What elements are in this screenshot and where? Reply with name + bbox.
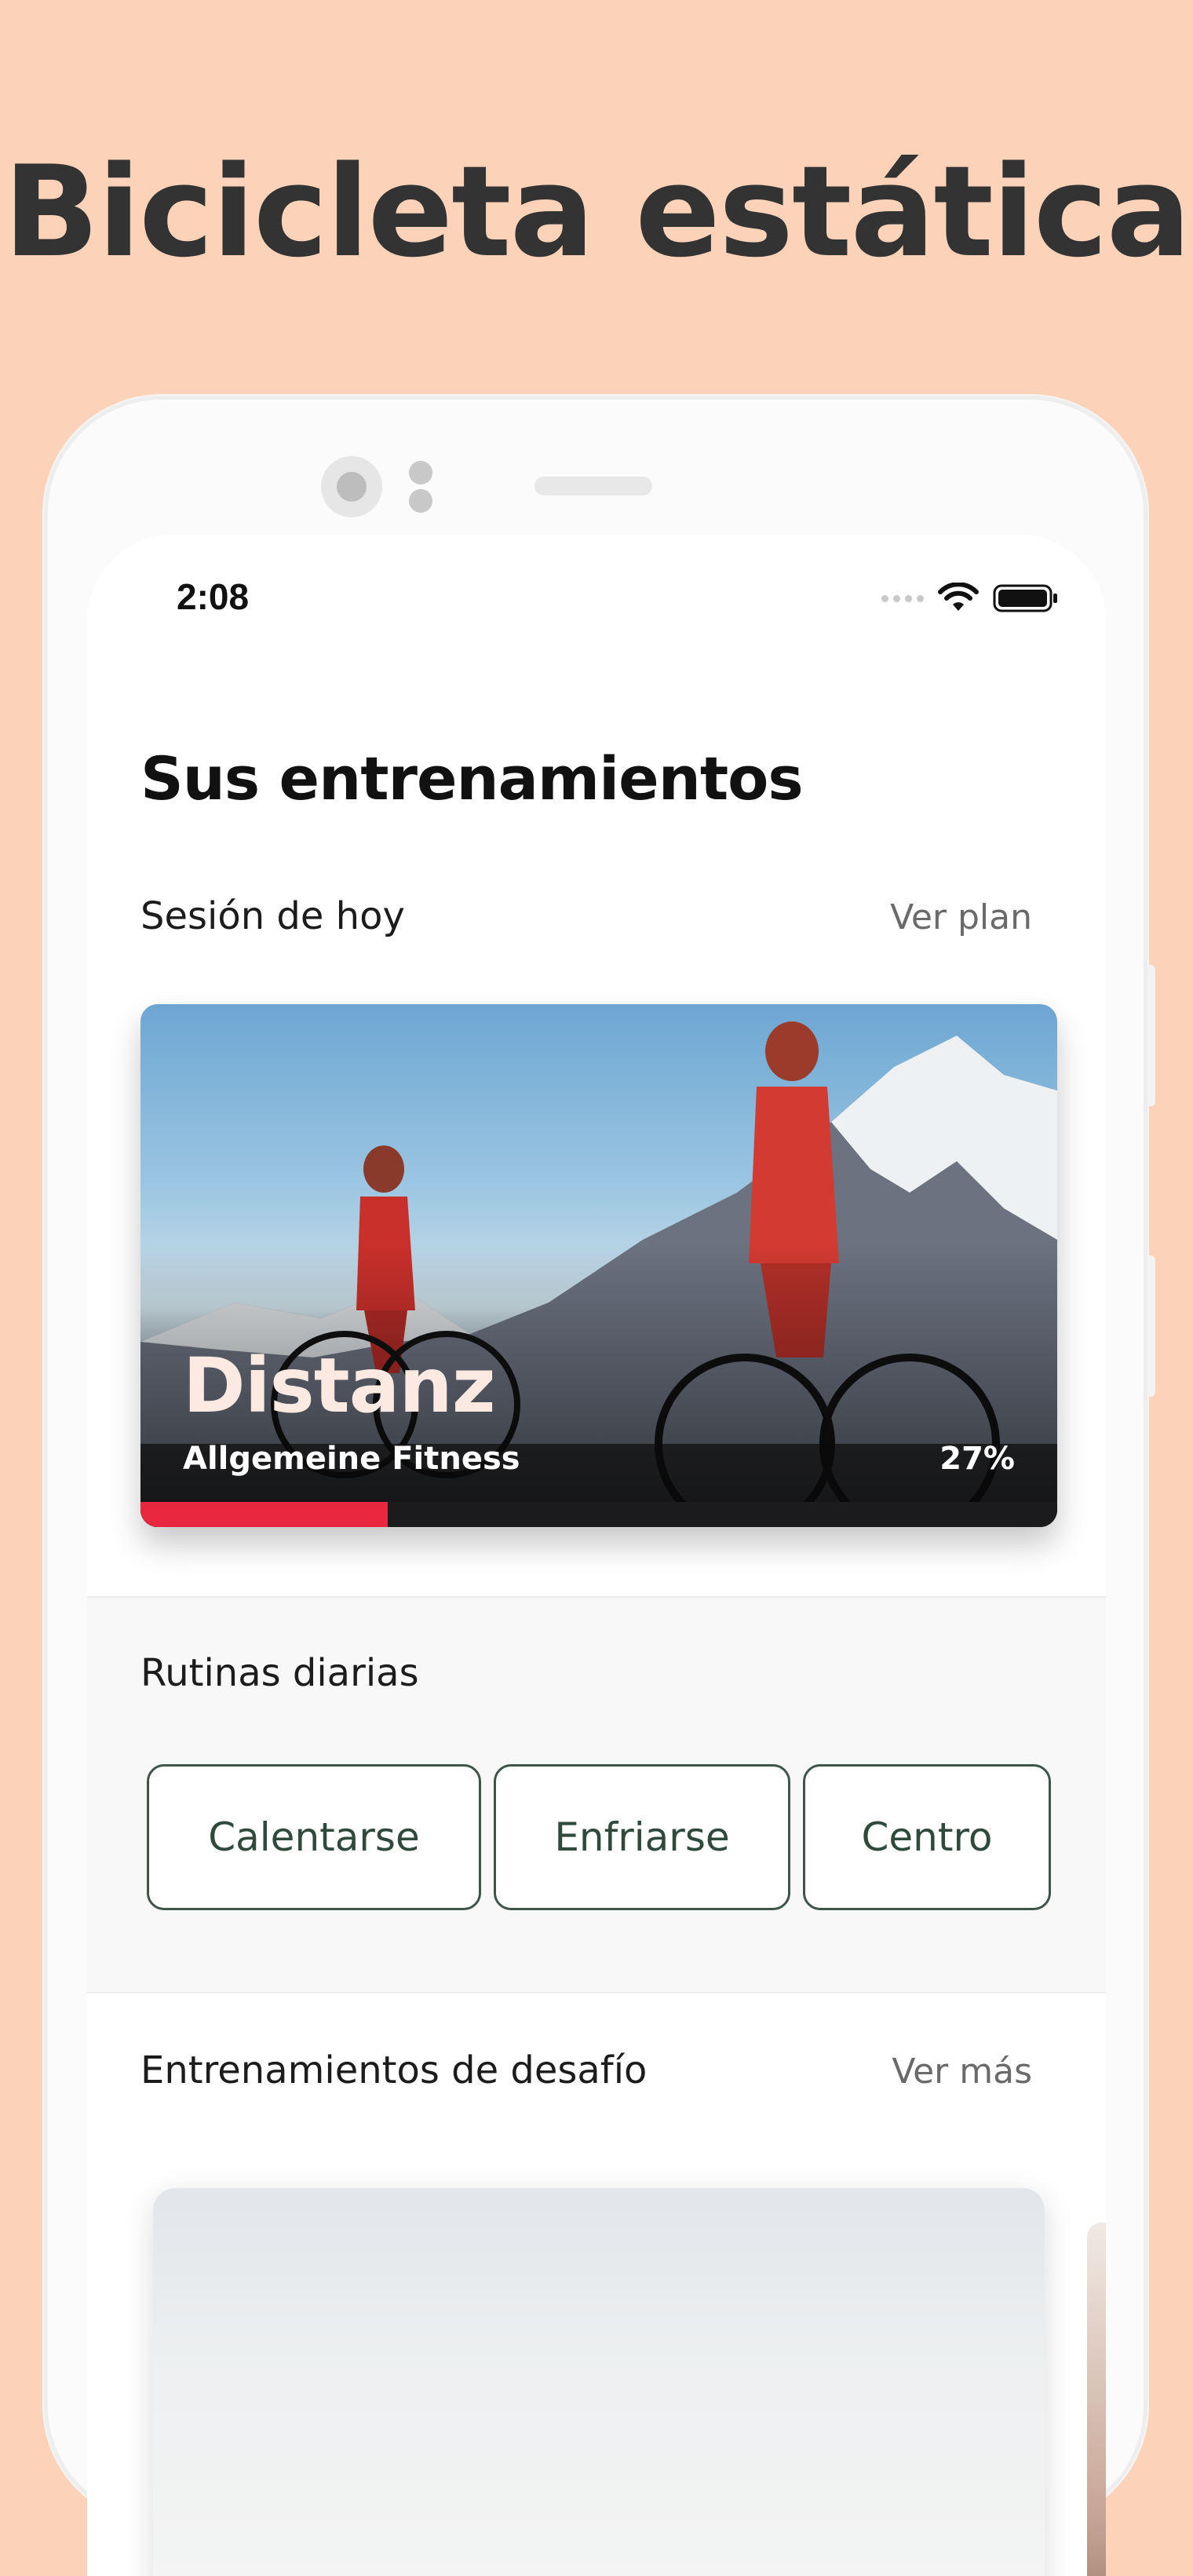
sensor-dot-upper bbox=[409, 461, 432, 484]
section-divider bbox=[87, 1992, 1106, 1993]
status-time: 2:08 bbox=[177, 576, 250, 617]
sensor-dot-lower bbox=[409, 489, 432, 513]
view-plan-link[interactable]: Ver plan bbox=[890, 897, 1032, 937]
signal-dots-icon bbox=[881, 594, 924, 602]
status-icons bbox=[881, 579, 1059, 618]
view-more-link[interactable]: Ver más bbox=[892, 2052, 1032, 2092]
warmup-button[interactable]: Calentarse bbox=[147, 1764, 481, 1910]
today-session-label: Sesión de hoy bbox=[140, 894, 405, 938]
workout-subtitle: Allgemeine Fitness bbox=[183, 1441, 520, 1477]
workout-progress-fill bbox=[140, 1502, 389, 1527]
battery-icon bbox=[993, 584, 1057, 612]
phone-side-button-upper bbox=[1147, 965, 1155, 1106]
core-button[interactable]: Centro bbox=[803, 1764, 1051, 1910]
daily-routines-label: Rutinas diarias bbox=[140, 1651, 419, 1695]
today-workout-card[interactable]: Distanz Allgemeine Fitness 27% bbox=[140, 1004, 1057, 1527]
challenge-cyclist-image bbox=[153, 2188, 1045, 2576]
screen-title: Sus entrenamientos bbox=[140, 744, 804, 813]
speaker-grille bbox=[534, 477, 652, 495]
workout-progress-bar bbox=[140, 1502, 1057, 1527]
promo-title: Bicicleta estática bbox=[3, 138, 1191, 285]
workout-progress-percent: 27% bbox=[939, 1441, 1015, 1477]
challenges-label: Entrenamientos de desafío bbox=[140, 2048, 648, 2092]
wifi-icon bbox=[938, 583, 979, 611]
phone-side-button-lower bbox=[1147, 1255, 1155, 1397]
next-challenge-card-peek[interactable] bbox=[1087, 2223, 1106, 2576]
workout-title: Distanz bbox=[183, 1342, 496, 1430]
challenge-workout-card[interactable] bbox=[153, 2188, 1045, 2576]
phone-frame: 2:08 Sus entrenamientos Sesión de hoy Ve… bbox=[44, 396, 1155, 2576]
cooldown-button[interactable]: Enfriarse bbox=[494, 1764, 790, 1910]
app-screen: 2:08 Sus entrenamientos Sesión de hoy Ve… bbox=[87, 535, 1106, 2576]
front-camera-icon bbox=[321, 456, 382, 517]
